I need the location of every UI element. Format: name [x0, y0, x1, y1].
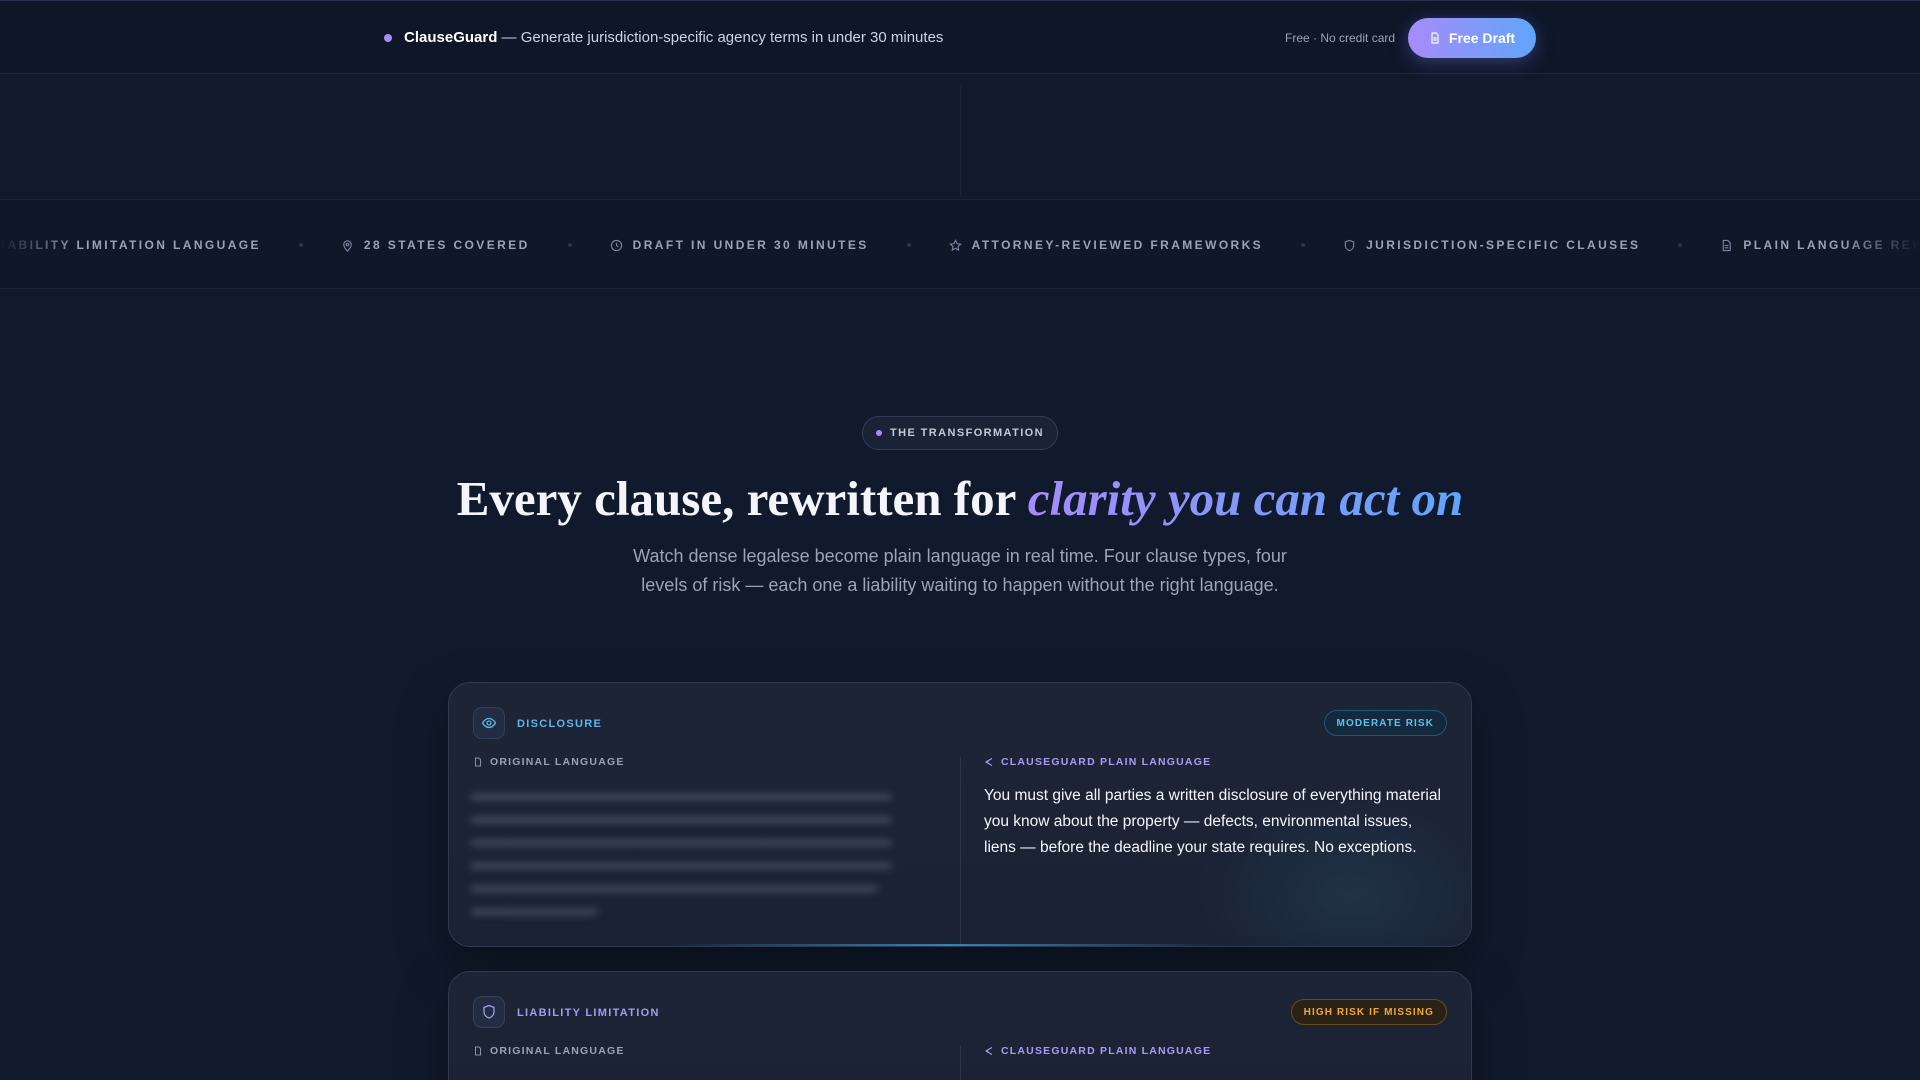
plain-language-label: CLAUSEGUARD PLAIN LANGUAGE — [984, 756, 1211, 768]
status-dot — [384, 34, 392, 42]
risk-badge: MODERATE RISK — [1323, 710, 1447, 736]
brand-name: ClauseGuard — [404, 29, 498, 46]
map-pin-icon — [343, 239, 352, 252]
ticker-separator — [567, 243, 572, 247]
original-label-text: ORIGINAL LANGUAGE — [490, 756, 625, 768]
document-icon — [475, 1046, 481, 1056]
ticker-track: LIABILITY LIMITATION LANGUAGE 28 STATES … — [0, 200, 1920, 288]
shield-icon — [1344, 239, 1355, 251]
clause-card-disclosure: DISCLOSURE MODERATE RISK ORIGINAL LANGUA… — [448, 682, 1472, 947]
plain-label-text: CLAUSEGUARD PLAIN LANGUAGE — [1001, 756, 1212, 768]
category-icon-box — [473, 996, 505, 1028]
ticker-label: JURISDICTION-SPECIFIC CLAUSES — [1366, 238, 1641, 252]
original-label-text: ORIGINAL LANGUAGE — [490, 1045, 625, 1057]
banner-tagline: — Generate jurisdiction-specific agency … — [497, 29, 944, 46]
ticker-separator — [906, 243, 911, 247]
plain-language-text: You must give all parties a written disc… — [984, 787, 1441, 856]
document-icon — [1723, 239, 1732, 251]
original-language-label: ORIGINAL LANGUAGE — [473, 756, 625, 768]
banner-text: ClauseGuard — Generate jurisdiction-spec… — [404, 29, 943, 46]
plain-label-text: CLAUSEGUARD PLAIN LANGUAGE — [1001, 1045, 1212, 1057]
original-language-label: ORIGINAL LANGUAGE — [473, 1045, 625, 1057]
free-draft-label: Free Draft — [1448, 30, 1516, 46]
ticker-separator — [1678, 243, 1683, 247]
ticker-separator — [298, 243, 303, 247]
eyebrow-label: THE TRANSFORMATION — [890, 427, 1044, 439]
clock-icon — [610, 239, 622, 251]
ticker-item: DRAFT IN UNDER 30 MINUTES — [610, 238, 869, 252]
headline-accent: clarity you can act on — [1027, 471, 1464, 526]
eyebrow-dot — [876, 430, 883, 436]
document-icon — [475, 757, 481, 767]
clause-category: LIABILITY LIMITATION — [517, 1007, 660, 1019]
clause-category: DISCLOSURE — [517, 718, 603, 730]
category-icon-box — [473, 707, 505, 739]
eye-icon — [481, 717, 497, 729]
ticker-separator — [1301, 243, 1306, 247]
free-draft-button[interactable]: Free Draft — [1408, 18, 1536, 58]
ticker-item: JURISDICTION-SPECIFIC CLAUSES — [1343, 238, 1640, 252]
sparkle-icon — [984, 1047, 993, 1055]
card-accent-line — [669, 944, 1229, 946]
free-note: Free · No credit card — [1285, 31, 1396, 45]
star-icon — [948, 238, 962, 251]
ticker-fade-right — [1840, 200, 1920, 288]
clause-card-liability: LIABILITY LIMITATION HIGH RISK IF MISSIN… — [448, 971, 1472, 1080]
section-eyebrow: THE TRANSFORMATION — [862, 416, 1058, 450]
risk-badge: HIGH RISK IF MISSING — [1290, 999, 1447, 1025]
section-divider — [960, 86, 961, 196]
column-divider — [960, 1046, 961, 1080]
top-banner: ClauseGuard — Generate jurisdiction-spec… — [0, 0, 1920, 74]
ticker-label: 28 STATES COVERED — [363, 238, 530, 252]
ticker-label: DRAFT IN UNDER 30 MINUTES — [632, 238, 869, 252]
page-title: Every clause, rewritten for clarity you … — [0, 470, 1920, 527]
document-icon — [1431, 32, 1439, 44]
column-divider — [960, 757, 961, 946]
plain-language-label: CLAUSEGUARD PLAIN LANGUAGE — [984, 1045, 1211, 1057]
page-subtitle: Watch dense legalese become plain langua… — [633, 546, 1287, 595]
headline-prefix: Every clause, rewritten for — [456, 471, 1028, 526]
ticker-fade-left — [0, 200, 80, 288]
ticker-label: ATTORNEY-REVIEWED FRAMEWORKS — [971, 238, 1264, 252]
ticker-item: 28 STATES COVERED — [341, 238, 530, 252]
blurred-original-text: ▬▬▬▬▬▬▬▬▬▬▬▬▬▬▬▬▬▬▬▬▬▬▬▬▬▬▬▬▬▬ ▬▬▬▬▬▬▬▬▬… — [471, 786, 891, 917]
feature-ticker: LIABILITY LIMITATION LANGUAGE 28 STATES … — [0, 199, 1920, 289]
shield-icon — [483, 1004, 495, 1019]
sparkle-icon — [984, 758, 993, 766]
ticker-item: ATTORNEY-REVIEWED FRAMEWORKS — [948, 238, 1264, 252]
